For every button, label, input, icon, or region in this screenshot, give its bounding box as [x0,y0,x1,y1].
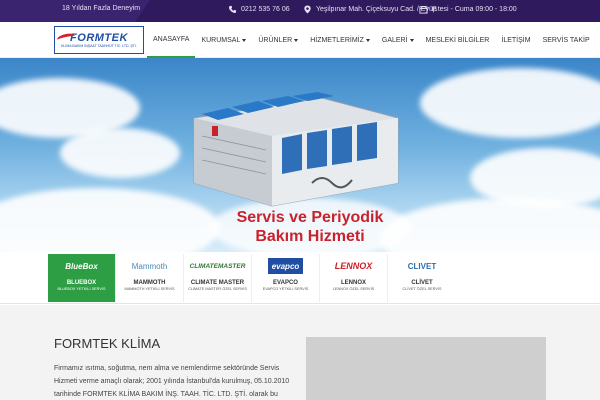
nav-products-label: ÜRÜNLER [258,36,293,44]
brand-desc: BLUEBOX YETKİLİ SERVİS [57,287,106,291]
nav-tracking-label: SERVİS TAKİP [542,36,590,44]
brand-desc: CLIMATE MASTER ÖZEL SERVİS [188,287,247,291]
nav-home[interactable]: ANASAYFA [147,22,196,58]
brand-name: MAMMOTH [133,280,166,286]
brand-card-evapco[interactable]: evapco EVAPCO EVAPCO YETKİLİ SERVİS [252,254,320,302]
cloud [420,68,600,138]
clivet-logo: CLIVET [407,261,437,271]
nav-corporate[interactable]: KURUMSAL [195,22,252,58]
page: 18 Yıldan Fazla Deneyim 0212 535 76 06 Y… [0,0,600,400]
nav-contact-label: İLETİŞİM [501,36,531,44]
brand-card-bluebox[interactable]: BlueBox BLUEBOX BLUEBOX YETKİLİ SERVİS [48,254,116,302]
nav-corporate-label: KURUMSAL [201,36,241,44]
brand-card-clivet[interactable]: CLIVET CLİVET CLİVET ÖZEL SERVİS [388,254,456,302]
about-section: FORMTEK KLİMA Firmamız ısıtma, soğutma, … [0,305,600,400]
brand-name: EVAPCO [273,280,298,286]
hours-text: P.tesi - Cuma 09:00 - 18:00 [432,6,517,13]
phone-info[interactable]: 0212 535 76 06 [228,5,290,14]
lennox-logo: LENNOX [334,261,373,271]
evapco-logo: evapco [267,258,304,274]
about-media-placeholder [306,337,546,400]
nav-services[interactable]: HİZMETLERİMİZ [304,22,376,58]
main-nav: ANASAYFA KURUMSAL ÜRÜNLER HİZMETLERİMİZ … [147,22,596,58]
nav-gallery-label: GALERİ [381,36,408,44]
about-title: FORMTEK KLİMA [54,336,161,351]
brand-strip: BlueBox BLUEBOX BLUEBOX YETKİLİ SERVİS M… [0,252,600,304]
map-pin-icon [304,5,311,14]
brand-name: LENNOX [340,280,366,286]
top-info-bar: 18 Yıldan Fazla Deneyim 0212 535 76 06 Y… [0,0,600,22]
caret-down-icon [365,38,370,42]
tagline: 18 Yıldan Fazla Deneyim [62,5,141,12]
phone-number: 0212 535 76 06 [241,6,290,13]
nav-home-label: ANASAYFA [153,35,190,43]
caret-down-icon [294,38,299,42]
caret-down-icon [242,38,247,42]
chiller-unit-image [193,92,399,207]
hero-title-line2: Bakım Hizmeti [255,228,365,245]
brand-desc: MAMMOTH YETKİLİ SERVİS [124,287,175,291]
hero-slider: Servis ve Periyodik Bakım Hizmeti [0,58,600,252]
hero-title-line1: Servis ve Periyodik [236,209,384,226]
nav-professional-info[interactable]: MESLEKİ BİLGİLER [420,22,496,58]
brand-desc: LENNOX ÖZEL SERVİS [332,287,375,291]
nav-contact[interactable]: İLETİŞİM [495,22,536,58]
address-info: Yeşilpınar Mah. Çiçeksuyu Cad. / Eyüp [303,5,437,14]
nav-products[interactable]: ÜRÜNLER [252,22,304,58]
brand-name: CLIMATE MASTER [190,280,245,286]
about-text: Firmamız ısıtma, soğutma, nem alma ve ne… [54,365,290,398]
logo-brand: FORMTEK [70,32,128,44]
formtek-logo[interactable]: FORMTEK KLİMA BAKIM İNŞAAT TAAHHÜT TİC. … [54,26,144,54]
brand-card-lennox[interactable]: LENNOX LENNOX LENNOX ÖZEL SERVİS [320,254,388,302]
hero-title: Servis ve Periyodik Bakım Hizmeti [180,208,440,246]
hours-info: P.tesi - Cuma 09:00 - 18:00 [419,5,517,14]
logo-subtitle: KLİMA BAKIM İNŞAAT TAAHHÜT TİC. LTD. ŞTİ… [61,44,137,48]
nav-services-label: HİZMETLERİMİZ [310,36,364,44]
nav-gallery[interactable]: GALERİ [376,22,420,58]
phone-icon [228,5,237,13]
brand-desc: EVAPCO YETKİLİ SERVİS [262,287,309,291]
site-header: FORMTEK KLİMA BAKIM İNŞAAT TAAHHÜT TİC. … [0,22,600,58]
climatemaster-logo: CLIMATEMASTER [189,262,246,270]
mammoth-logo: Mammoth [131,261,168,271]
calendar-icon [419,5,428,14]
brand-desc: CLİVET ÖZEL SERVİS [402,287,442,291]
brand-name: BLUEBOX [66,280,97,286]
brand-card-climatemaster[interactable]: CLIMATEMASTER CLIMATE MASTER CLIMATE MAS… [184,254,252,302]
nav-info-label: MESLEKİ BİLGİLER [425,36,490,44]
cloud [60,128,180,178]
brand-name: CLİVET [411,280,433,286]
brand-card-mammoth[interactable]: Mammoth MAMMOTH MAMMOTH YETKİLİ SERVİS [116,254,184,302]
nav-service-tracking[interactable]: SERVİS TAKİP [537,22,596,58]
caret-down-icon [409,38,414,42]
bluebox-logo: BlueBox [65,261,98,271]
